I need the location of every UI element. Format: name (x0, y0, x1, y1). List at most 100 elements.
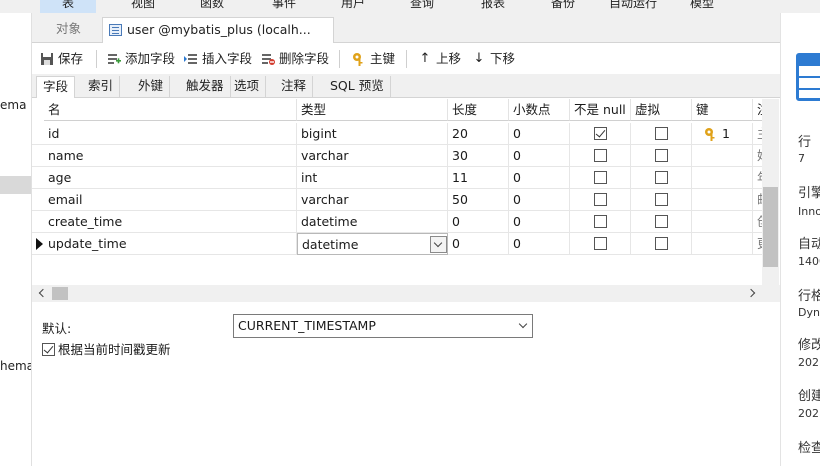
not-null-checkbox[interactable] (594, 237, 607, 250)
move-down-button[interactable]: ↓ 下移 (470, 50, 515, 70)
key-cell[interactable] (692, 145, 753, 167)
key-cell[interactable] (692, 211, 753, 233)
field-name-cell[interactable]: id (44, 123, 297, 145)
field-decimals-cell[interactable]: 0 (509, 123, 570, 145)
menu-item-event[interactable]: 事件 (272, 0, 296, 11)
save-button[interactable]: 保存 (38, 50, 83, 70)
key-cell[interactable] (692, 189, 753, 211)
field-length-cell[interactable]: 0 (448, 211, 509, 233)
column-header-key[interactable]: 键 (692, 99, 753, 121)
not-null-checkbox[interactable] (594, 171, 607, 184)
nav-item[interactable]: hema (0, 359, 31, 373)
field-name-cell[interactable]: age (44, 167, 297, 189)
table-row[interactable]: name varchar 30 0 姓 (32, 145, 762, 167)
virtual-checkbox[interactable] (655, 127, 668, 140)
column-header-comment[interactable]: 注 (753, 99, 762, 121)
tab-triggers[interactable]: 触发器 (180, 76, 231, 98)
virtual-checkbox[interactable] (655, 237, 668, 250)
field-decimals-cell[interactable]: 0 (509, 145, 570, 167)
field-decimals-cell[interactable]: 0 (509, 189, 570, 211)
tab-indexes[interactable]: 索引 (82, 76, 121, 98)
field-name-cell[interactable]: update_time (44, 233, 297, 255)
field-decimals-cell[interactable]: 0 (509, 233, 570, 255)
scroll-right-icon[interactable] (746, 288, 756, 298)
field-length-cell[interactable]: 30 (448, 145, 509, 167)
menu-item-table[interactable]: 表 (40, 0, 97, 13)
key-cell[interactable] (692, 167, 753, 189)
column-header-length[interactable]: 长度 (448, 99, 509, 121)
column-header-type[interactable]: 类型 (297, 99, 448, 121)
menu-item-view[interactable]: 视图 (131, 0, 155, 11)
menu-item-query[interactable]: 查询 (410, 0, 434, 11)
vertical-scrollbar[interactable] (762, 99, 779, 285)
tab-table-design[interactable]: user @mybatis_plus (localh... (102, 17, 334, 43)
field-length-cell[interactable]: 0 (448, 233, 509, 255)
default-value-select[interactable]: CURRENT_TIMESTAMP (233, 314, 533, 338)
table-row-current[interactable]: update_time datetime 0 0 更 (32, 233, 762, 255)
not-null-checkbox[interactable] (594, 149, 607, 162)
virtual-checkbox[interactable] (655, 193, 668, 206)
tab-comments[interactable]: 注释 (275, 76, 314, 98)
virtual-checkbox[interactable] (655, 171, 668, 184)
vertical-scroll-thumb[interactable] (763, 187, 778, 267)
field-name-cell[interactable]: create_time (44, 211, 297, 233)
field-type-editor[interactable]: datetime (297, 233, 448, 255)
field-type-cell[interactable]: int (297, 167, 448, 189)
menu-item-model[interactable]: 模型 (690, 0, 714, 11)
tab-objects[interactable]: 对象 (44, 17, 93, 43)
table-row[interactable]: id bigint 20 0 1 主 (32, 123, 762, 145)
on-update-checkbox[interactable] (42, 343, 55, 356)
column-header-virtual[interactable]: 虚拟 (631, 99, 692, 121)
field-length-cell[interactable]: 50 (448, 189, 509, 211)
tab-foreign-keys[interactable]: 外键 (132, 76, 171, 98)
menu-item-user[interactable]: 用户 (341, 0, 365, 11)
nav-selected-item[interactable] (0, 176, 31, 194)
scroll-left-icon[interactable] (38, 288, 48, 298)
not-null-checkbox[interactable] (594, 127, 607, 140)
primary-key-button[interactable]: 主键 (350, 50, 395, 70)
field-name-cell[interactable]: name (44, 145, 297, 167)
field-comment-cell[interactable]: 年 (753, 167, 762, 189)
menu-item-function[interactable]: 函数 (200, 0, 224, 11)
virtual-checkbox[interactable] (655, 149, 668, 162)
tab-sql-preview[interactable]: SQL 预览 (324, 76, 391, 98)
delete-field-button[interactable]: 删除字段 (259, 50, 329, 70)
menu-item-backup[interactable]: 备份 (551, 0, 575, 11)
column-header-not-null[interactable]: 不是 null (570, 99, 631, 121)
menu-item-automation[interactable]: 自动运行 (609, 0, 657, 11)
on-update-option[interactable]: 根据当前时间戳更新 (42, 342, 171, 357)
horizontal-scroll-thumb[interactable] (52, 287, 68, 300)
add-field-button[interactable]: 添加字段 (105, 50, 175, 70)
table-row[interactable]: create_time datetime 0 0 创 (32, 211, 762, 233)
field-type-cell[interactable]: datetime (297, 211, 448, 233)
key-cell[interactable] (692, 233, 753, 255)
insert-field-button[interactable]: 插入字段 (182, 50, 252, 70)
table-row[interactable]: email varchar 50 0 邮 (32, 189, 762, 211)
key-cell[interactable]: 1 (692, 123, 753, 145)
menu-item-report[interactable]: 报表 (481, 0, 505, 11)
field-decimals-cell[interactable]: 0 (509, 167, 570, 189)
not-null-checkbox[interactable] (594, 193, 607, 206)
field-comment-cell[interactable]: 更 (753, 233, 762, 255)
tab-options[interactable]: 选项 (228, 76, 267, 98)
table-row[interactable]: age int 11 0 年 (32, 167, 762, 189)
type-dropdown-button[interactable] (430, 236, 447, 253)
nav-item[interactable]: ema (0, 98, 26, 112)
column-header-decimals[interactable]: 小数点 (509, 99, 570, 121)
field-type-cell[interactable]: varchar (297, 145, 448, 167)
move-up-button[interactable]: ↑ 上移 (416, 50, 461, 70)
field-comment-cell[interactable]: 邮 (753, 189, 762, 211)
field-decimals-cell[interactable]: 0 (509, 211, 570, 233)
field-type-cell[interactable]: bigint (297, 123, 448, 145)
field-name-cell[interactable]: email (44, 189, 297, 211)
field-comment-cell[interactable]: 姓 (753, 145, 762, 167)
column-header-name[interactable]: 名 (44, 99, 297, 121)
field-length-cell[interactable]: 20 (448, 123, 509, 145)
horizontal-scrollbar[interactable] (32, 285, 780, 302)
virtual-checkbox[interactable] (655, 215, 668, 228)
not-null-checkbox[interactable] (594, 215, 607, 228)
field-comment-cell[interactable]: 主 (753, 123, 762, 145)
tab-fields[interactable]: 字段 (36, 76, 76, 98)
field-comment-cell[interactable]: 创 (753, 211, 762, 233)
field-type-cell[interactable]: varchar (297, 189, 448, 211)
